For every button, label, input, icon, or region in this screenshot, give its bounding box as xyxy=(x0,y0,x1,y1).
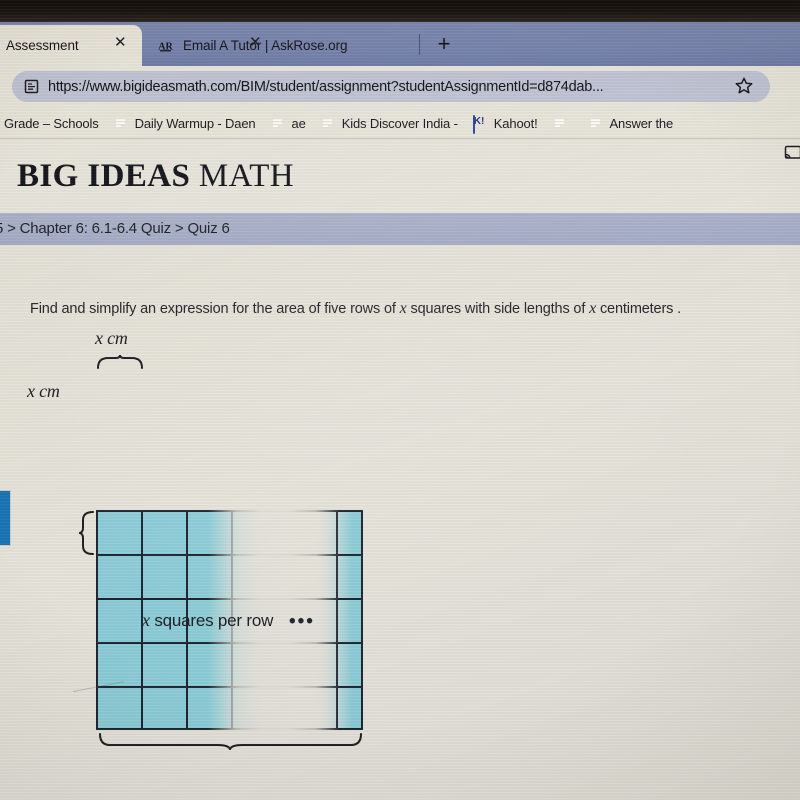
previous-question-button[interactable] xyxy=(0,490,11,546)
google-docs-icon xyxy=(589,116,604,131)
bookmark-item-kids-discover-india[interactable]: Kids Discover India - xyxy=(321,108,458,138)
monitor-bezel xyxy=(0,0,800,22)
tab-separator xyxy=(419,34,420,55)
browser-tab-strip: Assessment ✕ AR Email A Tutor | AskRose.… xyxy=(0,22,800,66)
grid-line-vertical xyxy=(96,510,98,730)
google-docs-icon xyxy=(114,116,129,131)
bookmark-item-daily-warmup[interactable]: Daily Warmup - Daen xyxy=(114,108,256,138)
grid-line-horizontal xyxy=(96,642,363,644)
bookmark-label: Daily Warmup - Daen xyxy=(134,115,256,131)
new-tab-button[interactable]: + xyxy=(432,33,456,57)
bookmark-label: Kids Discover India - xyxy=(341,115,458,131)
cast-icon[interactable] xyxy=(784,144,800,162)
google-docs-icon xyxy=(271,116,286,131)
bookmark-label: ae xyxy=(291,115,306,131)
grid-line-horizontal xyxy=(96,728,363,730)
bookmark-item-kahoot[interactable]: K! Kahoot! xyxy=(472,108,538,138)
askrose-ar-icon: AR xyxy=(157,37,174,54)
figure-label-top: x cm xyxy=(95,328,128,349)
tab-title: Assessment xyxy=(6,38,79,53)
bookmark-item-ae[interactable]: ae xyxy=(271,108,306,138)
page-content: BIG IDEAS MATH 5 > Chapter 6: 6.1-6.4 Qu… xyxy=(0,138,800,800)
google-docs-icon xyxy=(553,116,568,131)
tab-close-icon[interactable]: ✕ xyxy=(114,35,127,50)
bookmark-item-th-grade-schools[interactable]: th Grade – Schools xyxy=(0,108,99,138)
screenshot-root: Assessment ✕ AR Email A Tutor | AskRose.… xyxy=(0,0,800,800)
bookmark-label: th Grade – Schools xyxy=(0,115,99,131)
browser-toolbar: https://www.bigideasmath.com/BIM/student… xyxy=(0,66,800,159)
top-brace-icon xyxy=(97,354,143,369)
page-icon xyxy=(24,79,39,94)
bottom-brace-icon xyxy=(99,733,362,750)
browser-tab-askrose[interactable]: AR Email A Tutor | AskRose.org xyxy=(143,25,415,66)
tab-close-icon[interactable]: ✕ xyxy=(249,35,262,50)
bookmark-star-icon[interactable] xyxy=(734,76,754,96)
label-left-text: x cm xyxy=(27,381,60,401)
bookmark-item-unlabeled[interactable] xyxy=(553,108,574,138)
bookmark-label: Answer the xyxy=(609,115,674,131)
area-model-figure: x cm x cm ••• x squares per row xyxy=(0,138,800,800)
figure-label-bottom: x squares per row xyxy=(142,610,273,631)
grid-line-horizontal xyxy=(96,510,363,512)
label-bottom-variable: x xyxy=(142,610,150,630)
grid-ellipsis: ••• xyxy=(289,611,315,632)
google-docs-icon xyxy=(321,116,336,131)
bookmark-item-answer-the[interactable]: Answer the xyxy=(589,108,674,138)
bookmark-label: Kahoot! xyxy=(493,115,538,131)
left-brace-icon xyxy=(79,511,94,555)
grid-line-vertical xyxy=(336,510,338,730)
grid-line-horizontal xyxy=(96,686,363,688)
grid-line-vertical xyxy=(361,510,363,730)
bookmarks-bar: th Grade – Schools Daily Warmup - Daen a… xyxy=(0,108,800,139)
grid-line-horizontal xyxy=(96,598,363,600)
grid-line-horizontal xyxy=(96,554,363,556)
tab-title: Email A Tutor | AskRose.org xyxy=(183,38,348,53)
url-text: https://www.bigideasmath.com/BIM/student… xyxy=(48,78,604,95)
kahoot-icon: K! xyxy=(472,114,488,134)
figure-label-left: x cm xyxy=(27,381,60,402)
address-bar[interactable]: https://www.bigideasmath.com/BIM/student… xyxy=(12,71,770,102)
label-top-text: x cm xyxy=(95,328,128,348)
label-bottom-text: squares per row xyxy=(149,611,274,630)
